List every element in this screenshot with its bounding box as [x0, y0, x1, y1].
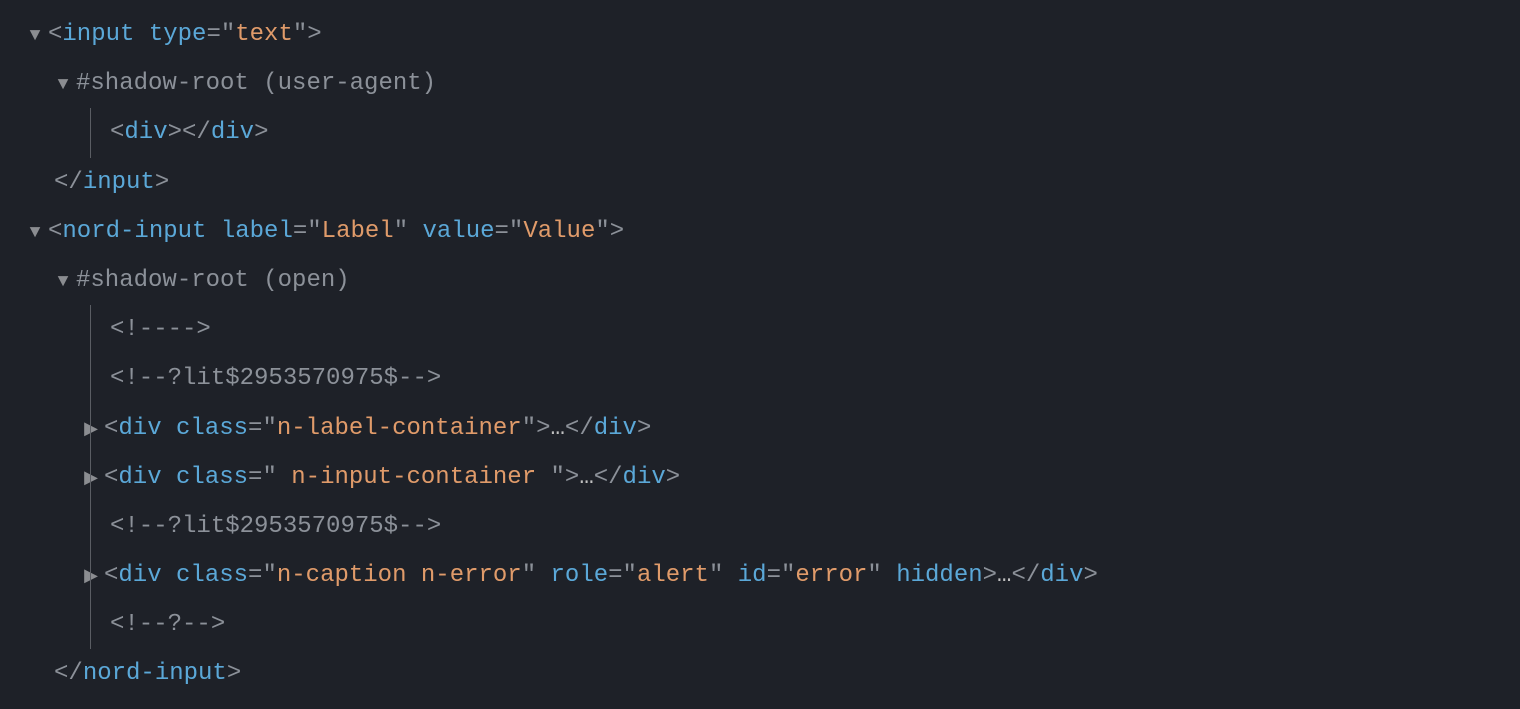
attr-hidden: hidden — [896, 562, 982, 589]
ellipsis[interactable]: … — [551, 415, 565, 442]
tag-name: div — [118, 415, 161, 442]
tag-name: div — [1040, 562, 1083, 589]
angle-open: < — [48, 21, 62, 48]
tag-name: div — [594, 415, 637, 442]
attr-value: error — [795, 562, 867, 589]
attr-value: n-input-container — [277, 464, 551, 491]
ellipsis[interactable]: … — [579, 464, 593, 491]
expand-toggle-icon[interactable]: ▶ — [82, 412, 100, 449]
dom-node-input[interactable]: ▼ <input type="text"> — [10, 10, 1510, 59]
attr-value: n-caption n-error — [277, 562, 522, 589]
comment-text: <!--?lit$2953570975$--> — [110, 502, 441, 551]
expand-toggle-icon[interactable]: ▼ — [54, 264, 72, 301]
tree-guide: <div></div> — [10, 108, 1510, 157]
attr-value: Value — [523, 218, 595, 245]
comment-text: <!--?lit$2953570975$--> — [110, 354, 441, 403]
comment-text: <!--?--> — [110, 600, 225, 649]
dom-tree: ▼ <input type="text"> ▼ #shadow-root (us… — [10, 10, 1510, 699]
attr-name: value — [423, 218, 495, 245]
tag-name: input — [62, 21, 134, 48]
shadow-root-user-agent[interactable]: ▼ #shadow-root (user-agent) — [10, 59, 1510, 108]
dom-node-input-container[interactable]: ▶ <div class=" n-input-container ">…</di… — [10, 453, 1510, 502]
attr-value: n-label-container — [277, 415, 522, 442]
attr-name: class — [176, 415, 248, 442]
shadow-root-label: #shadow-root (open) — [76, 256, 350, 305]
attr-name: class — [176, 464, 248, 491]
dom-node-input-close[interactable]: </input> — [10, 158, 1510, 207]
expand-toggle-icon[interactable]: ▶ — [82, 559, 100, 596]
tag-name: div — [211, 119, 254, 146]
tag-name: div — [118, 562, 161, 589]
tree-guide: <!----> <!--?lit$2953570975$--> ▶ <div c… — [10, 305, 1510, 649]
tag-name: div — [124, 119, 167, 146]
angle-close: > — [307, 21, 321, 48]
dom-node-div-empty[interactable]: <div></div> — [10, 108, 1510, 157]
attr-name: class — [176, 562, 248, 589]
expand-toggle-icon[interactable]: ▶ — [82, 461, 100, 498]
ellipsis[interactable]: … — [997, 562, 1011, 589]
expand-toggle-icon[interactable]: ▼ — [26, 215, 44, 252]
dom-comment-lit[interactable]: <!--?lit$2953570975$--> — [10, 354, 1510, 403]
attr-name: id — [738, 562, 767, 589]
attr-value: text — [235, 21, 293, 48]
attr-name: type — [149, 21, 207, 48]
tag-name: input — [83, 169, 155, 196]
attr-value: Label — [322, 218, 394, 245]
shadow-root-label: #shadow-root (user-agent) — [76, 59, 436, 108]
dom-node-nord-input[interactable]: ▼ <nord-input label="Label" value="Value… — [10, 207, 1510, 256]
expand-toggle-icon[interactable]: ▼ — [26, 18, 44, 55]
dom-node-nord-input-close[interactable]: </nord-input> — [10, 649, 1510, 698]
shadow-root-open[interactable]: ▼ #shadow-root (open) — [10, 256, 1510, 305]
dom-node-caption-error[interactable]: ▶ <div class="n-caption n-error" role="a… — [10, 551, 1510, 600]
attr-value: alert — [637, 562, 709, 589]
tag-name: div — [623, 464, 666, 491]
tag-name: div — [118, 464, 161, 491]
comment-text: <!----> — [110, 305, 211, 354]
tag-name: nord-input — [62, 218, 206, 245]
attr-name: role — [551, 562, 609, 589]
dom-comment-lit[interactable]: <!--?lit$2953570975$--> — [10, 502, 1510, 551]
expand-toggle-icon[interactable]: ▼ — [54, 67, 72, 104]
attr-name: label — [221, 218, 293, 245]
dom-node-label-container[interactable]: ▶ <div class="n-label-container">…</div> — [10, 404, 1510, 453]
dom-comment[interactable]: <!--?--> — [10, 600, 1510, 649]
dom-comment[interactable]: <!----> — [10, 305, 1510, 354]
tag-name: nord-input — [83, 660, 227, 687]
